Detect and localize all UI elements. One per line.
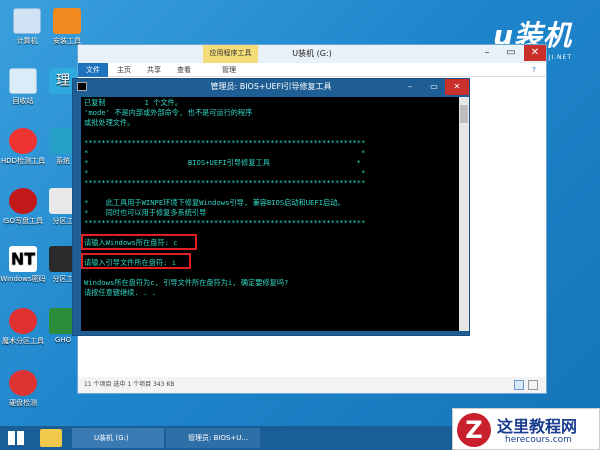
tab-home[interactable]: 主页 xyxy=(110,63,138,77)
watermark-title: 这里教程网 xyxy=(497,417,578,436)
console-line: ****************************************… xyxy=(84,218,366,227)
large-icons-view-icon[interactable] xyxy=(528,380,538,390)
watermark: Z 这里教程网 herecours.com xyxy=(452,408,600,450)
desktop-icon-install-tool[interactable]: 安装工具 xyxy=(42,8,92,46)
highlight-boot-drive xyxy=(81,253,191,269)
tab-view[interactable]: 查看 xyxy=(170,63,198,77)
taskbar-item-explorer[interactable]: U装机 (G:) xyxy=(72,428,164,448)
highlight-windows-drive xyxy=(81,234,197,250)
hdd-check-icon xyxy=(9,128,37,154)
ribbon-tabs: 文件 主页 共享 查看 管理 ? xyxy=(78,63,546,77)
console-line: * BIOS+UEFI引导修复工具 * xyxy=(84,158,361,167)
status-text: 11 个项目 选中 1 个项目 343 KB xyxy=(84,381,175,388)
install-tool-icon xyxy=(53,8,81,34)
disk-detect-icon xyxy=(9,370,37,396)
minimize-button[interactable]: – xyxy=(476,45,498,61)
console-line: * * xyxy=(84,168,366,177)
taskbar-item-cmd[interactable]: 管理员: BIOS+U... xyxy=(166,428,260,448)
cmd-scrollbar[interactable] xyxy=(459,97,469,331)
cmd-window[interactable]: 管理员: BIOS+UEFI引导修复工具 – ▭ ✕ 已复制 1 个文件。'mo… xyxy=(72,78,470,336)
console-line: Windows所在盘符为c, 引导文件所在盘符为i, 确定要修复吗? xyxy=(84,278,289,287)
computer-icon xyxy=(13,8,41,34)
iso-write-icon xyxy=(9,188,37,214)
cmd-icon xyxy=(77,82,87,91)
cmd-minimize-button[interactable]: – xyxy=(399,79,421,95)
close-button[interactable]: ✕ xyxy=(524,45,546,61)
watermark-url: herecours.com xyxy=(505,435,572,445)
windows-password-icon: NT xyxy=(9,246,37,272)
scroll-thumb[interactable] xyxy=(460,105,468,123)
start-button[interactable] xyxy=(8,431,24,445)
details-view-icon[interactable] xyxy=(514,380,524,390)
magic-partition-icon xyxy=(9,308,37,334)
console-line: ****************************************… xyxy=(84,138,366,147)
file-explorer-icon[interactable] xyxy=(40,429,62,447)
console-line: 已复制 1 个文件。 xyxy=(84,98,182,107)
console-line: 或批处理文件。 xyxy=(84,118,135,127)
console-output[interactable]: 已复制 1 个文件。'mode' 不是内部或外部命令, 也不是可运行的程序 或批处… xyxy=(81,97,461,331)
maximize-button[interactable]: ▭ xyxy=(500,45,522,61)
explorer-titlebar[interactable]: 应用程序工具 U装机 (G:) – ▭ ✕ xyxy=(78,45,546,63)
console-line: * 同时也可以用于修复多系统引导 xyxy=(84,208,207,217)
cmd-maximize-button[interactable]: ▭ xyxy=(423,79,445,95)
tab-file[interactable]: 文件 xyxy=(78,63,108,77)
recycle-bin-icon xyxy=(9,68,37,94)
cmd-close-button[interactable]: ✕ xyxy=(445,79,469,95)
console-line: 请按任意键继续. . . xyxy=(84,288,156,297)
explorer-statusbar: 11 个项目 选中 1 个项目 343 KB xyxy=(78,377,546,393)
help-icon[interactable]: ? xyxy=(528,63,540,77)
cmd-titlebar[interactable]: 管理员: BIOS+UEFI引导修复工具 – ▭ ✕ xyxy=(73,79,469,95)
tab-manage[interactable]: 管理 xyxy=(214,63,244,77)
watermark-logo: Z xyxy=(457,413,491,447)
cmd-title: 管理员: BIOS+UEFI引导修复工具 xyxy=(210,82,332,91)
console-line: * * xyxy=(84,148,366,157)
tab-share[interactable]: 共享 xyxy=(140,63,168,77)
desktop-icon-disk-detect[interactable]: 硬盘检测 xyxy=(0,370,48,408)
console-line: * 此工具用于WINPE环境下修复Windows引导, 兼容BIOS启动和UEF… xyxy=(84,198,345,207)
console-line: ****************************************… xyxy=(84,178,366,187)
console-line: 'mode' 不是内部或外部命令, 也不是可运行的程序 xyxy=(84,108,253,117)
